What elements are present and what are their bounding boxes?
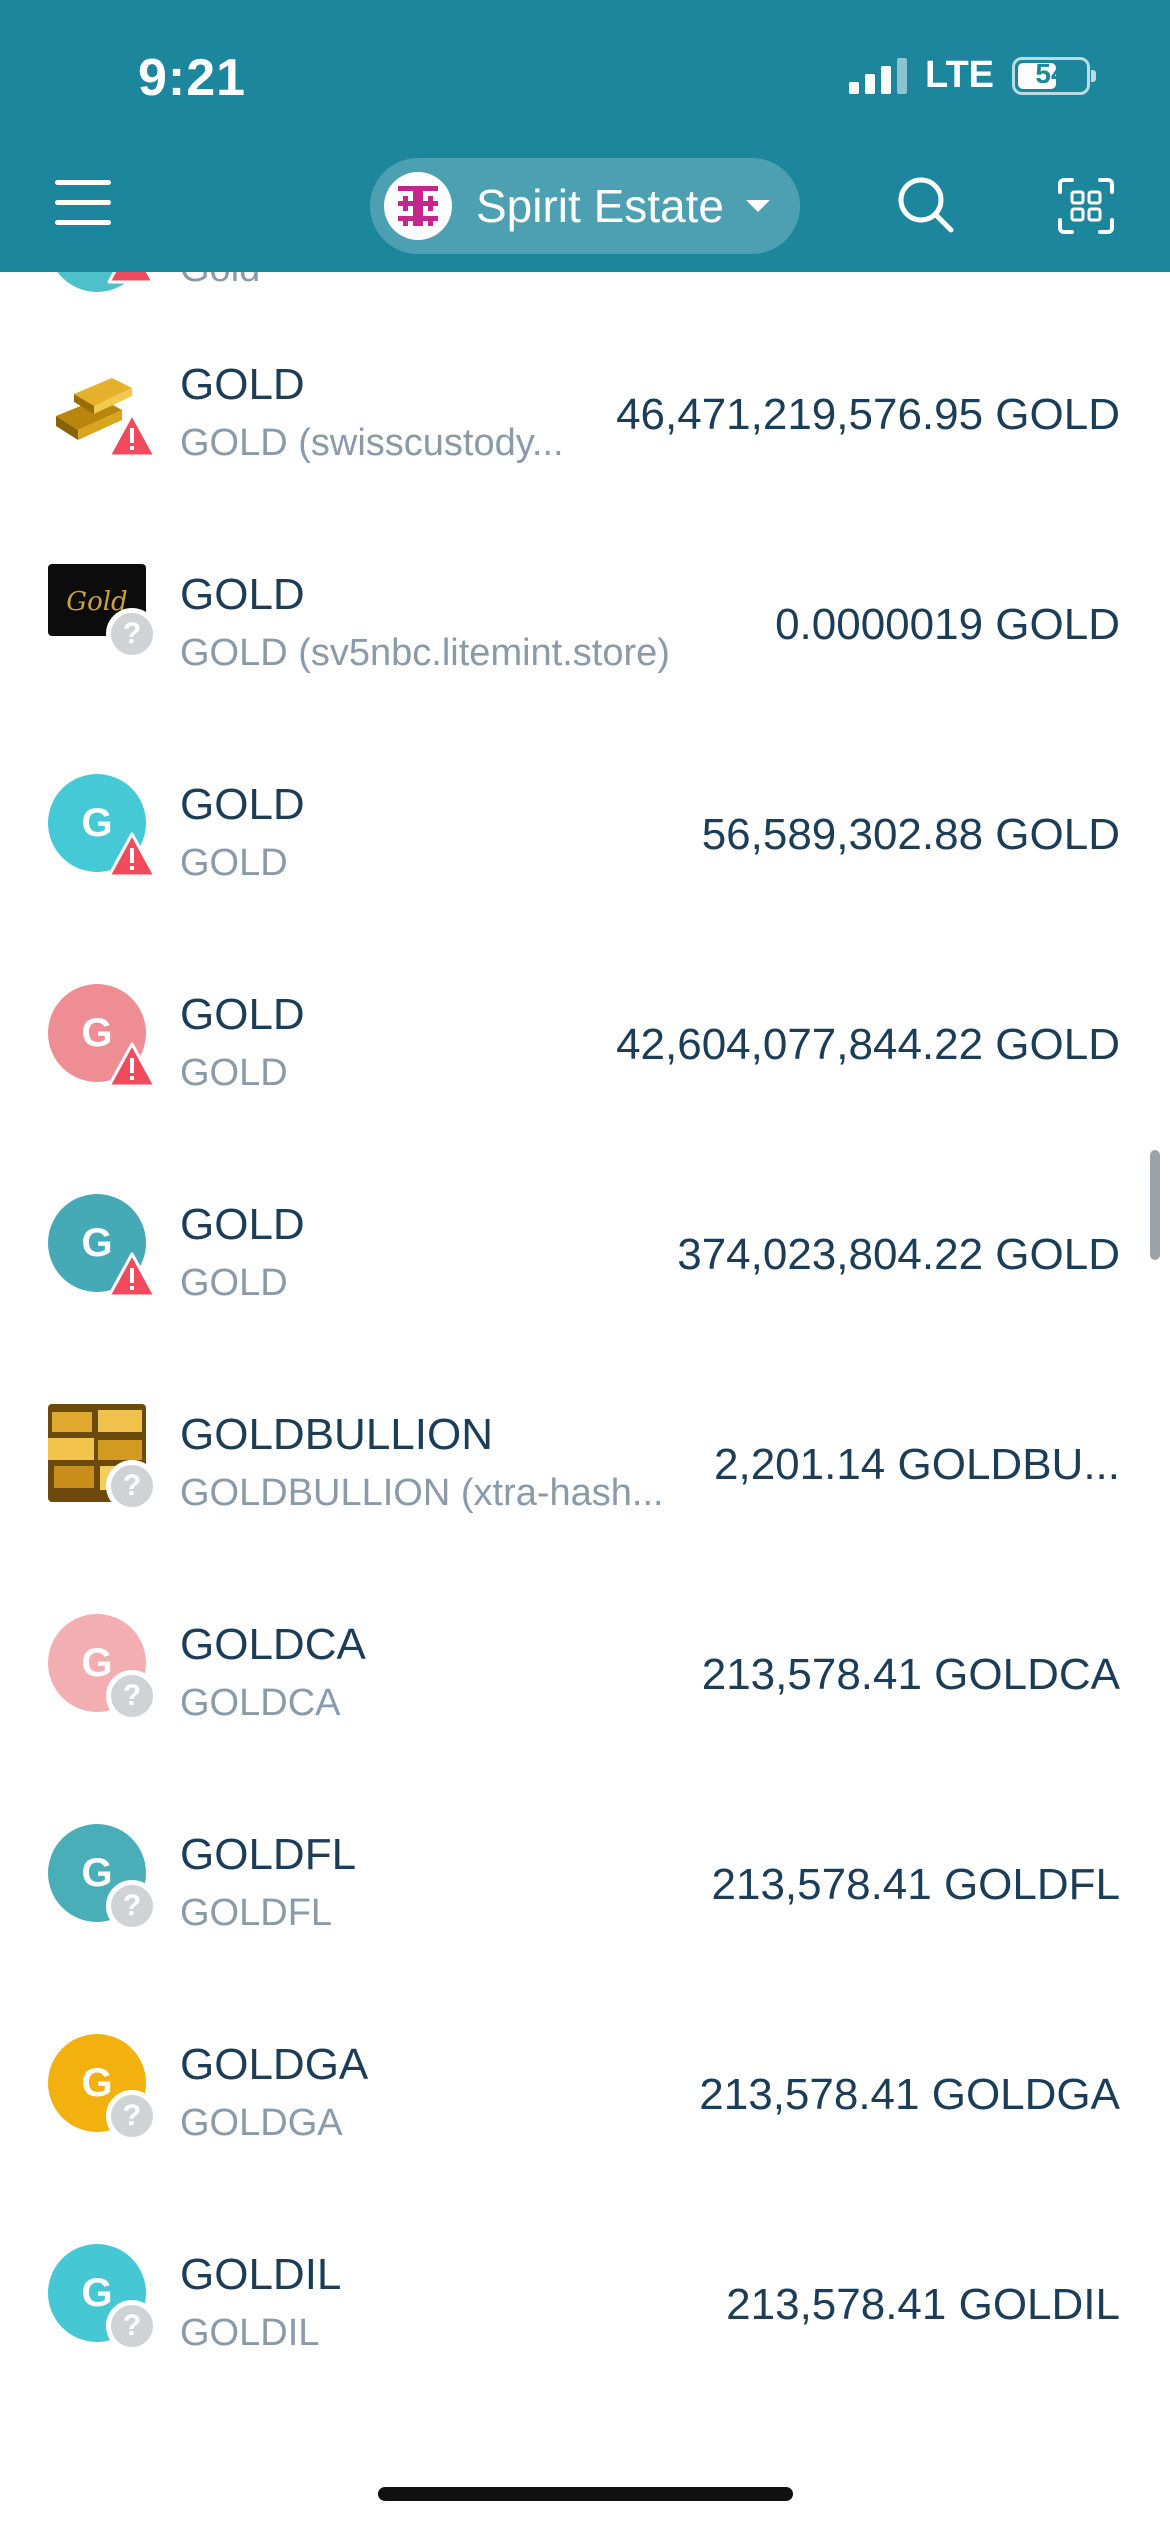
token-title: GOLDIL <box>180 2250 342 2299</box>
token-title: GOLD <box>180 780 305 829</box>
signal-icon <box>849 57 908 94</box>
token-amount: 0.0000019 GOLD <box>775 600 1120 649</box>
token-amount: 213,578.41 GOLDIL <box>726 2280 1120 2329</box>
status-time: 9:21 <box>138 49 247 107</box>
list-item[interactable]: G GOLD GOLD 42,604,077,844.22 GOLD <box>0 928 1170 1138</box>
token-icon: G ? <box>48 1614 158 1722</box>
unknown-status-icon: ? <box>106 608 158 660</box>
account-selector[interactable]: Spirit Estate <box>370 158 800 254</box>
token-title: GOLD <box>180 990 305 1039</box>
token-list: GOLD GOLD (swisscustody... 46,471,219,57… <box>0 272 1170 2398</box>
token-subtitle: GOLD <box>180 1052 288 1094</box>
token-title: GOLDGA <box>180 2040 369 2089</box>
home-indicator[interactable] <box>378 2487 793 2501</box>
token-amount: 46,471,219,576.95 GOLD <box>616 390 1120 439</box>
warning-icon <box>106 1040 158 1092</box>
token-amount: 42,604,077,844.22 GOLD <box>616 1020 1120 1069</box>
token-amount: 56,589,302.88 GOLD <box>701 810 1120 859</box>
list-item[interactable]: G ? GOLDCA GOLDCA 213,578.41 GOLDCA <box>0 1558 1170 1768</box>
token-icon: G ? <box>48 2034 158 2142</box>
unknown-status-icon: ? <box>106 2300 158 2352</box>
token-title: GOLD <box>180 1200 305 1249</box>
token-icon: G <box>48 774 157 878</box>
unknown-status-icon: ? <box>106 1880 158 1932</box>
list-item[interactable]: G GOLD GOLD 374,023,804.22 GOLD <box>0 1138 1170 1348</box>
token-title: GOLD <box>180 360 305 409</box>
status-indicators: LTE 54 <box>849 54 1096 97</box>
token-title: GOLDBULLION <box>180 1410 493 1459</box>
chevron-down-icon <box>746 200 770 212</box>
list-item[interactable]: G ? GOLDIL GOLDIL 213,578.41 GOLDIL <box>0 2188 1170 2398</box>
unknown-status-icon: ? <box>106 1460 158 1512</box>
network-type: LTE <box>925 54 994 96</box>
token-subtitle: GOLDIL <box>180 2312 320 2354</box>
token-subtitle: GOLDBULLION (xtra-hash... <box>180 1472 664 1514</box>
list-item[interactable]: GOLD GOLD (swisscustody... 46,471,219,57… <box>0 298 1170 508</box>
token-amount: 213,578.41 GOLDFL <box>711 1860 1120 1909</box>
warning-icon <box>106 410 158 462</box>
token-subtitle: GOLD (sv5nbc.litemint.store) <box>180 632 670 674</box>
token-amount: 213,578.41 GOLDGA <box>699 2070 1120 2119</box>
unknown-status-icon: ? <box>106 2090 158 2142</box>
token-subtitle: GOLD <box>180 1262 288 1304</box>
token-subtitle: GOLDCA <box>180 1682 341 1724</box>
token-icon <box>48 354 157 458</box>
token-amount: 374,023,804.22 GOLD <box>677 1230 1120 1279</box>
account-identicon-icon <box>398 186 438 226</box>
warning-icon <box>106 830 158 882</box>
token-title: GOLDFL <box>180 1830 357 1879</box>
token-subtitle: GOLD (swisscustody... <box>180 422 564 464</box>
token-amount: 2,201.14 GOLDBU... <box>714 1440 1120 1489</box>
top-bar: 9:21 LTE 54 Spirit Estate <box>0 0 1170 272</box>
token-icon: ? <box>48 1404 158 1512</box>
token-icon: G <box>48 1194 157 1298</box>
token-icon: G <box>48 984 157 1088</box>
list-item[interactable]: ? GOLDBULLION GOLDBULLION (xtra-hash... … <box>0 1348 1170 1558</box>
token-subtitle: GOLDGA <box>180 2102 343 2144</box>
token-title: GOLD <box>180 570 305 619</box>
menu-button[interactable] <box>55 180 111 228</box>
scrollbar[interactable] <box>1150 1150 1160 1260</box>
token-subtitle: GOLD <box>180 842 288 884</box>
token-amount: 213,578.41 GOLDCA <box>701 1650 1120 1699</box>
search-button[interactable] <box>895 174 955 234</box>
battery-icon: 54 <box>1012 56 1096 95</box>
unknown-status-icon: ? <box>106 1670 158 1722</box>
token-title: GOLDCA <box>180 1620 366 1669</box>
token-subtitle: GOLDFL <box>180 1892 333 1934</box>
token-icon: Gold ? <box>48 564 158 662</box>
warning-icon <box>106 1250 158 1302</box>
search-icon <box>898 177 954 233</box>
list-item[interactable]: G GOLD GOLD 56,589,302.88 GOLD <box>0 718 1170 928</box>
list-item[interactable]: G ? GOLDGA GOLDGA 213,578.41 GOLDGA <box>0 1978 1170 2188</box>
list-item[interactable]: G ? GOLDFL GOLDFL 213,578.41 GOLDFL <box>0 1768 1170 1978</box>
token-icon: G ? <box>48 1824 158 1932</box>
account-name: Spirit Estate <box>476 180 724 232</box>
list-item[interactable]: Gold ? GOLD GOLD (sv5nbc.litemint.store)… <box>0 508 1170 718</box>
account-avatar <box>384 172 452 240</box>
battery-level: 54 <box>1035 57 1067 89</box>
token-icon: G ? <box>48 2244 158 2352</box>
qr-scan-icon <box>1058 178 1114 234</box>
scan-qr-button[interactable] <box>1056 176 1116 236</box>
